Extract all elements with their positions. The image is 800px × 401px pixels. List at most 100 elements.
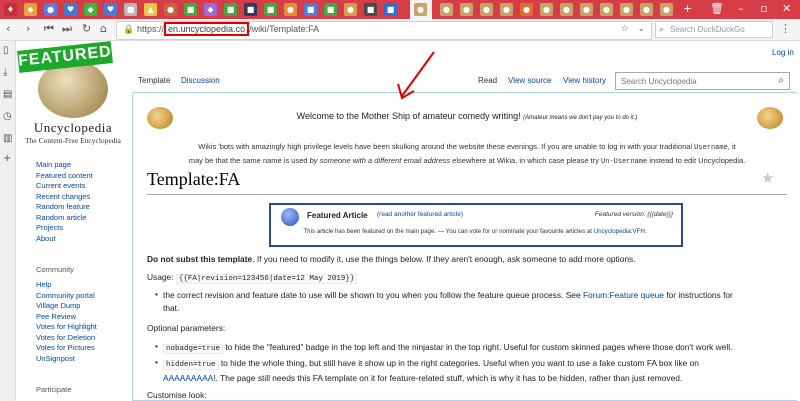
maximize-icon[interactable]: ▫: [760, 2, 767, 15]
tab-favicon[interactable]: ♥: [104, 3, 117, 16]
notice-text: instead to edit Uncyclopedia.: [647, 155, 746, 165]
downloads-icon[interactable]: ⤓: [3, 67, 7, 78]
main-content: Welcome to the Mother Ship of amateur co…: [132, 92, 797, 401]
url-text[interactable]: https://en.uncyclopedia.co/wiki/Template…: [137, 22, 319, 36]
nav-community-portal[interactable]: Community portal: [36, 291, 97, 302]
minimize-icon[interactable]: –: [738, 2, 744, 15]
nav-current-events[interactable]: Current events: [36, 181, 93, 192]
nav-votes-deletion[interactable]: Votes for Deletion: [36, 333, 97, 344]
trash-icon[interactable]: 🗑: [710, 2, 724, 15]
list-text: to hide the whole thing, but still have …: [218, 358, 699, 368]
tab-view-history[interactable]: View history: [563, 76, 606, 85]
nav-random-feature[interactable]: Random feature: [36, 202, 93, 213]
nav-unsignpost[interactable]: UnSignpost: [36, 354, 97, 365]
close-window-icon[interactable]: ✕: [782, 2, 791, 15]
panel-icon[interactable]: ▥: [3, 133, 12, 144]
fa-vfh-link[interactable]: Uncyclopedia:VFH: [594, 228, 645, 235]
tab-favicon[interactable]: ●: [500, 3, 513, 16]
search-engine-placeholder: Search DuckDuckGo: [670, 25, 745, 34]
nav-pee-review[interactable]: Pee Review: [36, 312, 97, 323]
history-icon[interactable]: ◷: [3, 111, 12, 122]
fast-forward-icon[interactable]: ⏭: [62, 22, 72, 36]
tab-favicon[interactable]: ♦: [4, 3, 17, 16]
tab-favicon[interactable]: ●: [660, 3, 673, 16]
tab-favicon[interactable]: ●: [480, 3, 493, 16]
tab-favicon[interactable]: ●: [600, 3, 613, 16]
nav-about[interactable]: About: [36, 234, 93, 245]
forward-icon[interactable]: ›: [26, 22, 30, 35]
tab-favicon[interactable]: ●: [414, 3, 427, 16]
tab-favicon[interactable]: ●: [580, 3, 593, 16]
tab-favicon[interactable]: ◆: [204, 3, 217, 16]
nav-projects[interactable]: Projects: [36, 223, 93, 234]
tab-favicon[interactable]: ■: [124, 3, 137, 16]
add-panel-icon[interactable]: +: [3, 153, 11, 164]
page-tabs: Template Discussion Read View source Vie…: [132, 72, 797, 91]
nav-village-dump[interactable]: Village Dump: [36, 301, 97, 312]
browser-sidebar: ▯ ⤓ ▤ ◷ ▥ +: [0, 41, 16, 401]
tab-favicon[interactable]: ●: [344, 3, 357, 16]
menu-icon[interactable]: ⋮: [780, 22, 791, 35]
back-icon[interactable]: ‹: [6, 22, 10, 35]
fa-read-another-link[interactable]: (read another featured article): [377, 211, 463, 218]
reload-icon[interactable]: ↻: [82, 22, 91, 35]
tab-favicon[interactable]: ●: [520, 3, 533, 16]
tab-favicon[interactable]: ■: [304, 3, 317, 16]
home-icon[interactable]: ⌂: [100, 22, 107, 35]
nav-random-article[interactable]: Random article: [36, 213, 93, 224]
bookmark-icon[interactable]: ☆: [621, 23, 629, 34]
search-icon[interactable]: ⌕: [778, 75, 784, 86]
tab-favicon[interactable]: ●: [620, 3, 633, 16]
nav-portal: Main page Featured content Current event…: [36, 160, 93, 244]
nav-votes-highlight[interactable]: Votes for Highlight: [36, 322, 97, 333]
participate-heading: Participate: [36, 385, 72, 394]
tab-view-source[interactable]: View source: [508, 76, 551, 85]
tab-favicon[interactable]: ●: [164, 3, 177, 16]
notes-icon[interactable]: ▤: [3, 89, 12, 100]
bookmarks-icon[interactable]: ▯: [3, 45, 9, 56]
rewind-icon[interactable]: ⏮: [44, 22, 54, 36]
tab-read[interactable]: Read: [478, 76, 497, 85]
tab-favicon[interactable]: ●: [540, 3, 553, 16]
nav-main-page[interactable]: Main page: [36, 160, 93, 171]
tab-favicon[interactable]: ●: [440, 3, 453, 16]
nav-help[interactable]: Help: [36, 280, 97, 291]
notice-code: Username: [694, 144, 728, 152]
notice-text: elsewhere at Wikia, in which case please…: [450, 155, 602, 165]
tab-favicon[interactable]: ■: [384, 3, 397, 16]
wiki-search-input[interactable]: Search Uncyclopedia ⌕: [615, 72, 790, 90]
tab-discussion[interactable]: Discussion: [181, 76, 220, 85]
tab-favicon[interactable]: ●: [640, 3, 653, 16]
tab-favicon[interactable]: ■: [224, 3, 237, 16]
nav-featured-content[interactable]: Featured content: [36, 171, 93, 182]
fa-desc-text: This article has been featured on the ma…: [303, 228, 594, 235]
tab-favicon[interactable]: ■: [184, 3, 197, 16]
new-tab-icon[interactable]: +: [683, 2, 692, 15]
tab-favicon[interactable]: ♥: [64, 3, 77, 16]
address-bar[interactable]: 🔒 https://en.uncyclopedia.co/wiki/Templa…: [116, 21, 652, 40]
tab-favicon[interactable]: ■: [264, 3, 277, 16]
tab-favicon[interactable]: ■: [364, 3, 377, 16]
notice-code: Un-Username: [601, 157, 648, 166]
login-link[interactable]: Log in: [772, 48, 794, 57]
tab-favicon[interactable]: ●: [460, 3, 473, 16]
tab-favicon[interactable]: ■: [324, 3, 337, 16]
dropdown-icon[interactable]: ⌄: [637, 23, 645, 34]
tab-favicon[interactable]: ◆: [84, 3, 97, 16]
nav-recent-changes[interactable]: Recent changes: [36, 192, 93, 203]
tab-favicon[interactable]: ●: [284, 3, 297, 16]
tab-favicon[interactable]: ◆: [24, 3, 37, 16]
search-engine-box[interactable]: ⌕ Search DuckDuckGo: [655, 21, 773, 38]
feature-queue-link[interactable]: Forum:Feature queue: [583, 290, 664, 300]
optional-heading: Optional parameters:: [147, 323, 226, 333]
aaaa-link[interactable]: AAAAAAAAA!: [163, 373, 216, 383]
tab-favicon[interactable]: ▲: [144, 3, 157, 16]
tab-favicon[interactable]: ●: [44, 3, 57, 16]
nav-votes-pictures[interactable]: Votes for Pictures: [36, 343, 97, 354]
tab-template[interactable]: Template: [138, 76, 170, 85]
bullet-icon: •: [155, 289, 158, 299]
tab-favicon[interactable]: ●: [560, 3, 573, 16]
site-logo[interactable]: FEATURED Uncyclopedia The Content-Free E…: [17, 41, 128, 150]
tab-favicon[interactable]: ■: [244, 3, 257, 16]
fa-title: Featured Article: [307, 211, 368, 220]
